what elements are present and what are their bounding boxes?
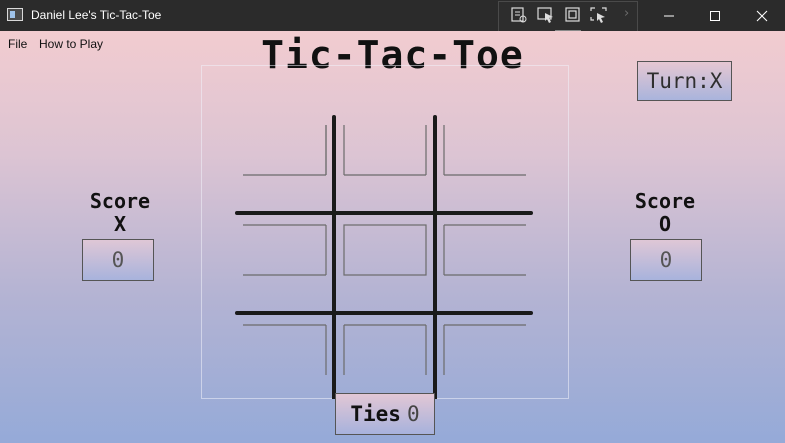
board-cell-3[interactable] (438, 86, 533, 177)
score-x-value: 0 (111, 248, 125, 272)
ties-label: Ties (350, 402, 401, 426)
score-o-label: Score O (605, 190, 725, 236)
close-button[interactable] (739, 0, 785, 31)
ties-value: 0 (406, 402, 420, 426)
board-cell-8[interactable] (336, 283, 434, 377)
minimize-icon (664, 15, 674, 17)
board-cell-4[interactable] (231, 183, 330, 276)
score-x-player: X (113, 212, 127, 236)
visual-tree-icon[interactable] (509, 6, 529, 24)
score-x-title: Score (89, 189, 151, 213)
maximize-button[interactable] (692, 0, 738, 31)
ties-box: Ties 0 (335, 393, 435, 435)
score-o-box: 0 (630, 239, 702, 281)
board-cell-6[interactable] (438, 183, 533, 276)
board-cell-5[interactable] (336, 183, 434, 276)
score-o-value: 0 (659, 248, 673, 272)
app-window-icon (7, 8, 23, 21)
score-x-label: Score X (60, 190, 180, 236)
score-x-box: 0 (82, 239, 154, 281)
board-cell-7[interactable] (231, 283, 330, 377)
turn-indicator: Turn:X (637, 61, 732, 101)
board-cell-2[interactable] (336, 86, 434, 177)
score-o-player: O (658, 212, 672, 236)
maximize-icon (710, 11, 720, 21)
chevron-right-icon[interactable]: › (624, 6, 629, 21)
score-o-title: Score (634, 189, 696, 213)
window-title: Daniel Lee's Tic-Tac-Toe (31, 8, 162, 22)
close-icon (756, 10, 768, 22)
minimize-button[interactable] (646, 0, 692, 31)
board-cell-1[interactable] (231, 86, 330, 177)
select-element-icon[interactable] (536, 6, 556, 24)
title-bar[interactable]: Daniel Lee's Tic-Tac-Toe › (0, 0, 785, 37)
turn-text: Turn:X (646, 69, 723, 93)
game-window-client: File How to Play Tic-Tac-Toe Turn:X Scor… (0, 31, 785, 443)
display-layout-adorners-icon[interactable] (563, 6, 583, 24)
track-focused-element-icon[interactable] (589, 6, 609, 24)
board-cell-9[interactable] (438, 283, 533, 377)
